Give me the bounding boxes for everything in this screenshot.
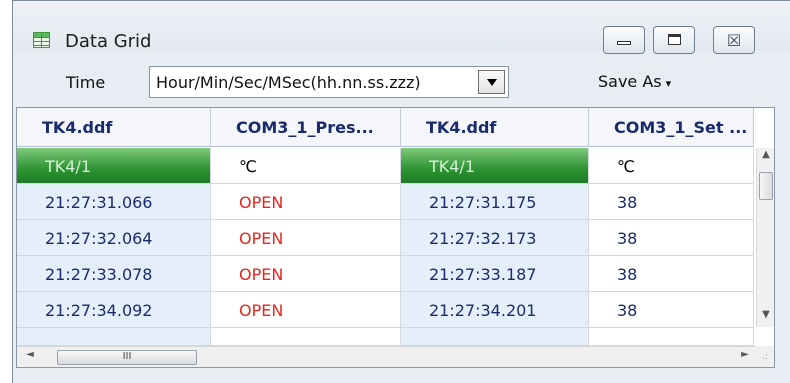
- column-header[interactable]: COM3_1_Pres...: [211, 108, 401, 147]
- timestamp-cell[interactable]: [17, 328, 211, 346]
- value-cell[interactable]: [589, 328, 754, 346]
- column-header[interactable]: TK4.ddf: [401, 108, 589, 147]
- window-title: Data Grid: [65, 31, 152, 52]
- timestamp-cell[interactable]: 21:27:31.066: [17, 184, 211, 220]
- scroll-right-icon[interactable]: ►: [736, 349, 754, 366]
- save-as-label: Save As: [598, 72, 662, 91]
- timestamp-cell[interactable]: [401, 328, 589, 346]
- close-icon: ☒: [726, 31, 742, 50]
- timestamp-cell[interactable]: 21:27:34.201: [401, 292, 589, 328]
- column-header[interactable]: TK4.ddf: [17, 108, 211, 147]
- unit-cell[interactable]: ℃: [211, 148, 401, 184]
- scroll-left-icon[interactable]: ◄: [21, 349, 39, 366]
- timestamp-cell[interactable]: 21:27:31.175: [401, 184, 589, 220]
- time-format-value: Hour/Min/Sec/MSec(hh.nn.ss.zzz): [156, 73, 421, 92]
- channel-label-cell[interactable]: TK4/1: [17, 148, 211, 184]
- unit-cell[interactable]: ℃: [589, 148, 754, 184]
- data-grid[interactable]: TK4.ddf COM3_1_Pres... TK4.ddf COM3_1_Se…: [16, 107, 775, 368]
- resize-grip-icon[interactable]: .:: [756, 346, 774, 367]
- dropdown-caret-icon: ▾: [665, 77, 672, 90]
- chevron-down-icon[interactable]: [478, 70, 505, 94]
- minimize-icon: [617, 41, 631, 45]
- column-header[interactable]: COM3_1_Set ...: [589, 108, 754, 147]
- value-cell[interactable]: 38: [589, 292, 754, 328]
- horizontal-scroll-thumb[interactable]: III: [57, 350, 197, 365]
- scroll-down-icon[interactable]: ▼: [757, 309, 774, 327]
- close-button[interactable]: ☒: [713, 26, 755, 54]
- scroll-up-icon[interactable]: ▲: [757, 149, 774, 167]
- timestamp-cell[interactable]: 21:27:34.092: [17, 292, 211, 328]
- status-cell[interactable]: OPEN: [211, 256, 401, 292]
- horizontal-scrollbar[interactable]: ◄ III ►: [17, 346, 756, 367]
- vertical-scrollbar[interactable]: ▲ ▼: [756, 148, 774, 327]
- timestamp-cell[interactable]: 21:27:33.187: [401, 256, 589, 292]
- maximize-button[interactable]: [653, 26, 695, 54]
- timestamp-cell[interactable]: 21:27:32.064: [17, 220, 211, 256]
- status-cell[interactable]: [211, 328, 401, 346]
- save-as-button[interactable]: Save As ▾: [598, 72, 671, 91]
- channel-label-cell[interactable]: TK4/1: [401, 148, 589, 184]
- vertical-scroll-thumb[interactable]: [759, 172, 773, 200]
- status-cell[interactable]: OPEN: [211, 292, 401, 328]
- timestamp-cell[interactable]: 21:27:32.173: [401, 220, 589, 256]
- timestamp-cell[interactable]: 21:27:33.078: [17, 256, 211, 292]
- data-grid-window: Data Grid ☒ Time Hour/Min/Sec/MSec(hh.nn…: [12, 0, 790, 383]
- time-format-select[interactable]: Hour/Min/Sec/MSec(hh.nn.ss.zzz): [149, 66, 509, 98]
- grid-app-icon: [33, 32, 50, 48]
- value-cell[interactable]: 38: [589, 256, 754, 292]
- toolbar: Time Hour/Min/Sec/MSec(hh.nn.ss.zzz) Sav…: [13, 58, 790, 103]
- status-cell[interactable]: OPEN: [211, 184, 401, 220]
- maximize-icon: [668, 34, 681, 45]
- title-bar: Data Grid ☒: [13, 1, 790, 54]
- minimize-button[interactable]: [603, 26, 645, 54]
- status-cell[interactable]: OPEN: [211, 220, 401, 256]
- value-cell[interactable]: 38: [589, 220, 754, 256]
- time-label: Time: [66, 73, 106, 92]
- value-cell[interactable]: 38: [589, 184, 754, 220]
